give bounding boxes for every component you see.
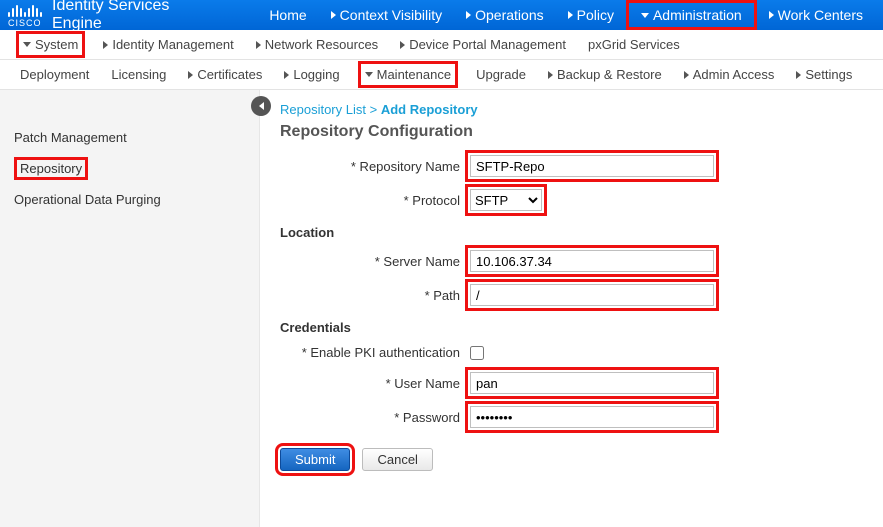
cisco-logo-icon: CISCO [8,3,42,28]
subnav-primary: System Identity Management Network Resou… [0,30,883,60]
tab-deployment[interactable]: Deployment [16,64,93,85]
label-path: * Path [280,288,470,303]
caret-right-icon [466,11,471,19]
section-location: Location [280,225,863,240]
subnav-identity-management[interactable]: Identity Management [99,34,237,55]
subnav-secondary: Deployment Licensing Certificates Loggin… [0,60,883,90]
tab-maintenance[interactable]: Maintenance [358,61,458,88]
nav-home[interactable]: Home [257,0,318,30]
caret-right-icon [568,11,573,19]
caret-right-icon [188,71,193,79]
repository-form: * Repository Name * Protocol SFTP Locati… [280,155,863,471]
label-enable-pki: * Enable PKI authentication [280,345,470,360]
caret-right-icon [769,11,774,19]
cancel-button[interactable]: Cancel [362,448,432,471]
nav-work-centers[interactable]: Work Centers [757,0,875,30]
tab-backup-restore[interactable]: Backup & Restore [544,64,666,85]
tab-settings[interactable]: Settings [792,64,856,85]
label-password: * Password [280,410,470,425]
breadcrumb-current: Add Repository [381,102,478,117]
subnav-device-portal[interactable]: Device Portal Management [396,34,570,55]
main-panel: Repository List > Add Repository Reposit… [260,90,883,527]
caret-right-icon [103,41,108,49]
caret-right-icon [331,11,336,19]
select-protocol[interactable]: SFTP [470,189,542,211]
caret-right-icon [548,71,553,79]
sidebar-item-patch-management[interactable]: Patch Management [0,122,259,153]
nav-context-visibility[interactable]: Context Visibility [319,0,454,30]
nav-administration[interactable]: Administration [626,0,757,30]
label-protocol: * Protocol [280,193,470,208]
logo-text: CISCO [8,18,42,28]
breadcrumb-separator: > [370,102,378,117]
caret-right-icon [284,71,289,79]
tab-certificates[interactable]: Certificates [184,64,266,85]
subnav-system[interactable]: System [16,31,85,58]
caret-down-icon [23,42,31,47]
sidebar-item-operational-data-purging[interactable]: Operational Data Purging [0,184,259,215]
breadcrumb-link-repository-list[interactable]: Repository List [280,102,366,117]
nav-policy[interactable]: Policy [556,0,626,30]
sidebar-collapse-button[interactable] [251,96,271,116]
subnav-network-resources[interactable]: Network Resources [252,34,382,55]
caret-right-icon [796,71,801,79]
chevron-left-icon [259,102,264,110]
tab-upgrade[interactable]: Upgrade [472,64,530,85]
subnav-pxgrid[interactable]: pxGrid Services [584,34,684,55]
caret-down-icon [365,72,373,77]
sidebar-item-repository[interactable]: Repository [0,153,259,184]
logo: CISCO Identity Services Engine [8,0,217,33]
content-area: Patch Management Repository Operational … [0,90,883,527]
submit-button[interactable]: Submit [280,448,350,471]
brand-title: Identity Services Engine [52,0,217,33]
caret-right-icon [256,41,261,49]
input-password[interactable] [470,406,714,428]
label-repository-name: * Repository Name [280,159,470,174]
caret-right-icon [684,71,689,79]
tab-licensing[interactable]: Licensing [107,64,170,85]
label-server-name: * Server Name [280,254,470,269]
breadcrumb: Repository List > Add Repository [280,102,863,117]
section-credentials: Credentials [280,320,863,335]
tab-admin-access[interactable]: Admin Access [680,64,779,85]
page-title: Repository Configuration [280,123,863,141]
tab-logging[interactable]: Logging [280,64,343,85]
nav-operations[interactable]: Operations [454,0,555,30]
input-path[interactable] [470,284,714,306]
main-nav: Home Context Visibility Operations Polic… [257,0,875,30]
input-repository-name[interactable] [470,155,714,177]
input-user-name[interactable] [470,372,714,394]
left-sidebar: Patch Management Repository Operational … [0,90,260,527]
checkbox-enable-pki[interactable] [470,346,484,360]
caret-down-icon [641,13,649,18]
caret-right-icon [400,41,405,49]
top-nav-bar: CISCO Identity Services Engine Home Cont… [0,0,883,30]
input-server-name[interactable] [470,250,714,272]
label-user-name: * User Name [280,376,470,391]
button-bar: Submit Cancel [280,448,863,471]
